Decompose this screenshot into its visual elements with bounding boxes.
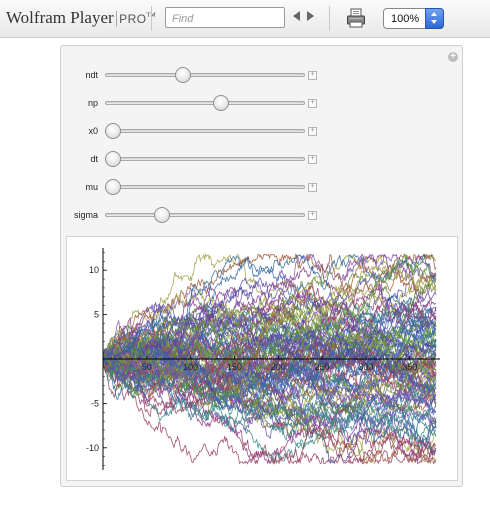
toolbar-divider (151, 6, 152, 31)
right-arrow-icon[interactable] (307, 11, 314, 21)
control-plus-icon[interactable]: + (308, 183, 317, 192)
control-label-ndt: ndt (85, 70, 98, 80)
control-plus-icon[interactable]: + (308, 99, 317, 108)
control-label-dt: dt (90, 154, 98, 164)
x-tick-label: 300 (358, 362, 373, 372)
slider-thumb-x0[interactable] (105, 123, 121, 139)
slider-track-mu[interactable] (105, 185, 305, 189)
toolbar: Wolfram Player|PROTM 100% (0, 0, 490, 38)
control-plus-icon[interactable]: + (308, 71, 317, 80)
find-input[interactable] (165, 7, 285, 28)
brand-name: Wolfram Player (6, 8, 114, 27)
slider-track-dt[interactable] (105, 157, 305, 161)
printer-icon[interactable] (346, 8, 366, 28)
y-tick-label: -5 (91, 398, 99, 408)
slider-thumb-ndt[interactable] (174, 67, 191, 83)
slider-thumb-mu[interactable] (105, 179, 121, 195)
y-tick-label: 5 (94, 310, 99, 320)
slider-thumb-dt[interactable] (105, 151, 121, 167)
zoom-select[interactable]: 100% (383, 8, 444, 29)
x-tick-label: 350 (402, 362, 417, 372)
control-plus-icon[interactable]: + (308, 211, 317, 220)
x-tick-label: 50 (142, 362, 152, 372)
brand-edition: PRO (119, 12, 147, 26)
stepper-icon[interactable] (425, 8, 444, 29)
x-tick-label: 250 (315, 362, 330, 372)
control-label-sigma: sigma (73, 210, 98, 220)
x-tick-label: 100 (183, 362, 198, 372)
y-tick-label: 10 (89, 265, 99, 275)
control-label-np: np (87, 98, 98, 108)
slider-track-sigma[interactable] (105, 213, 305, 217)
left-arrow-icon[interactable] (293, 11, 300, 21)
wolfram-player-logo: Wolfram Player|PROTM (6, 8, 156, 28)
x-tick-label: 150 (227, 362, 242, 372)
brand-separator: | (114, 8, 119, 27)
control-label-x0: x0 (88, 126, 98, 136)
slider-track-np[interactable] (105, 101, 305, 105)
y-tick-label: -10 (86, 443, 99, 453)
slider-track-ndt[interactable] (105, 73, 305, 77)
control-plus-icon[interactable]: + (308, 127, 317, 136)
random-walk-plot: 50 100 150 200 250 300 350 10 5 -5 -10 (86, 248, 440, 470)
slider-track-x0[interactable] (105, 129, 305, 133)
control-label-mu: mu (85, 182, 98, 192)
zoom-value: 100% (391, 13, 420, 25)
control-plus-icon[interactable]: + (308, 155, 317, 164)
plus-icon[interactable]: + (448, 52, 458, 62)
slider-thumb-np[interactable] (212, 95, 229, 111)
x-tick-label: 200 (271, 362, 286, 372)
toolbar-divider (329, 6, 330, 31)
slider-thumb-sigma[interactable] (153, 207, 170, 223)
